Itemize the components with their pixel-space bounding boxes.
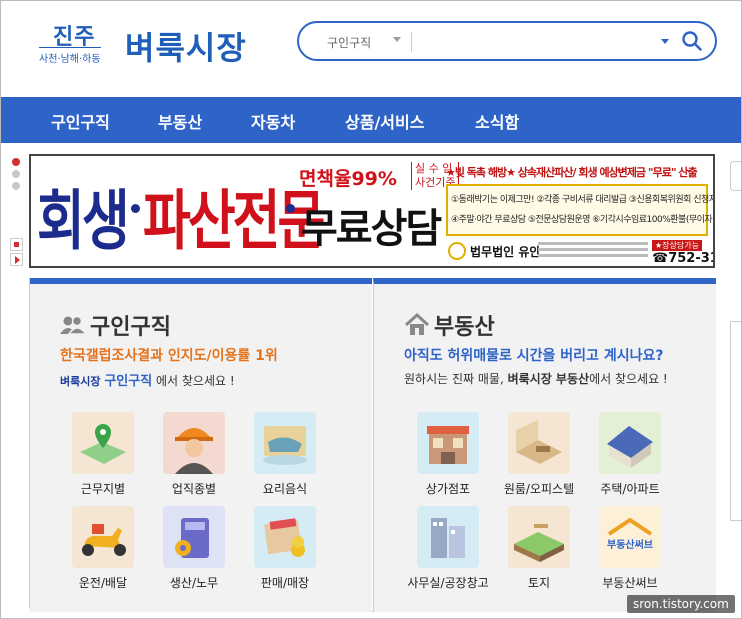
realestate-title[interactable]: 부동산 [434, 309, 495, 341]
chevron-down-icon[interactable] [393, 37, 401, 42]
serve-logo-text: 부동산써브 [607, 540, 653, 551]
ad-phone: ☎752-3110 [652, 251, 713, 266]
house-building-icon [607, 426, 653, 468]
tile-label[interactable]: 사무실/공장창고 [398, 574, 498, 591]
jobs-panel: 구인구직 한국갤럽조사결과 인지도/이용률 1위 벼룩시장 구인구직 에서 찾으… [30, 278, 372, 612]
ad-banner[interactable]: 회생 파산전문 면책율99% 실 수 임 사건기준 무료상담 ★빚 독촉 해방★… [29, 154, 715, 268]
store-icon [264, 518, 305, 557]
tile-label[interactable]: 근무지별 [53, 480, 153, 497]
play-button[interactable] [10, 253, 23, 266]
realestate-subtitle: 아직도 허위매물로 시간을 버리고 계시나요? [404, 348, 664, 364]
tile-office[interactable] [417, 506, 479, 568]
ad-free-consult: 무료상담 [301, 206, 442, 252]
search-bar: 구인구직 [297, 21, 717, 61]
search-divider [411, 32, 412, 52]
ad-dot [131, 204, 140, 213]
stop-button[interactable] [10, 238, 23, 251]
factory-icon [175, 518, 209, 558]
realestate-panel: 부동산 아직도 허위매물로 시간을 버리고 계시나요? 원하시는 진짜 매물, … [373, 278, 716, 612]
nav-item-realestate[interactable]: 부동산 [158, 109, 202, 133]
firm-seal-icon [448, 242, 466, 260]
house-icon [404, 312, 430, 335]
tile-label[interactable]: 요리음식 [235, 480, 335, 497]
tile-cooking[interactable] [254, 412, 316, 474]
slide-dot-1[interactable] [12, 158, 20, 166]
search-category-select[interactable]: 구인구직 [327, 34, 371, 51]
logo-name: 벼룩시장 [125, 29, 247, 67]
scooter-icon [82, 524, 126, 556]
side-panel [730, 321, 741, 521]
tile-sales[interactable] [254, 506, 316, 568]
tile-label[interactable]: 원룸/오피스텔 [489, 480, 589, 497]
search-icon [682, 31, 702, 51]
tile-label[interactable]: 판매/매장 [235, 574, 335, 591]
main-nav: 구인구직 부동산 자동차 상품/서비스 소식함 [1, 97, 741, 143]
land-icon [514, 524, 564, 562]
watermark: sron.tistory.com [627, 595, 735, 613]
logo-areas: 사천·남해·하동 [39, 47, 101, 65]
side-widget[interactable] [730, 161, 741, 191]
ad-headline: ★빚 독촉 해방★ 상속재산파산/ 회생 예상변제금 "무료" 산출 [446, 166, 698, 179]
realestate-desc-pre: 원하시는 진짜 매물, [404, 372, 508, 386]
tile-location[interactable] [72, 412, 134, 474]
ad-firm-name: 법무법인 유안 [470, 245, 541, 259]
play-icon [15, 256, 20, 264]
realestate-desc: 원하시는 진짜 매물, 벼룩시장 부동산에서 찾으세요 ! [404, 370, 668, 387]
realestate-desc-brand: 벼룩시장 부동산 [507, 372, 590, 386]
site-logo[interactable]: 진주 사천·남해·하동 벼룩시장 [39, 19, 275, 71]
office-building-icon [431, 518, 465, 558]
food-icon [263, 426, 307, 465]
realestate-desc-post: 에서 찾으세요 ! [589, 372, 668, 386]
tile-label[interactable]: 생산/노무 [144, 574, 244, 591]
ad-big-text-2: 파산전문 [143, 184, 325, 260]
tile-shop[interactable] [417, 412, 479, 474]
tile-label[interactable]: 부동산써브 [580, 574, 680, 591]
tile-label[interactable]: 상가점포 [398, 480, 498, 497]
jobs-desc-text: 에서 찾으세요 ! [155, 374, 235, 388]
nav-item-jobs[interactable]: 구인구직 [51, 109, 110, 133]
ad-benefit-item: ④주말·야간 무료상담 ⑤전문상담원운영 ⑥기각시수임료100%환불(무이자 분… [451, 215, 713, 225]
ad-rate: 면책율99% [299, 168, 397, 190]
room-icon [516, 420, 562, 464]
chevron-down-icon[interactable] [661, 39, 669, 44]
slide-dot-3[interactable] [12, 182, 20, 190]
worker-icon [175, 428, 213, 474]
ad-benefit-list: ①동래박기는 이제그만! ②각종 구비서류 대리발급 ③신용회복위원회 신청자도… [446, 184, 713, 236]
brand-job-mark: 구인구직 [104, 374, 153, 389]
shop-building-icon [427, 426, 469, 464]
nav-item-cars[interactable]: 자동차 [251, 109, 295, 133]
map-pin-icon [80, 424, 126, 464]
tile-house[interactable] [599, 412, 661, 474]
ad-details: ★빚 독촉 해방★ 상속재산파산/ 회생 예상변제금 "무료" 산출 ①동래박기… [446, 162, 713, 266]
tile-label[interactable]: 업직종별 [144, 480, 244, 497]
tile-production[interactable] [163, 506, 225, 568]
jobs-desc: 벼룩시장 구인구직 에서 찾으세요 ! [60, 370, 235, 389]
category-panels: 구인구직 한국갤럽조사결과 인지도/이용률 1위 벼룩시장 구인구직 에서 찾으… [29, 278, 716, 612]
search-button[interactable] [681, 30, 703, 52]
nav-item-news[interactable]: 소식함 [475, 109, 519, 133]
slide-dot-2[interactable] [12, 170, 20, 178]
stop-icon [14, 242, 19, 247]
ad-consult-label: ★장상담가능 [652, 240, 702, 251]
tile-studio[interactable] [508, 412, 570, 474]
tile-delivery[interactable] [72, 506, 134, 568]
ad-big-text-1: 회생 [37, 184, 130, 260]
page: 진주 사천·남해·하동 벼룩시장 구인구직 구인구직 부동산 자동차 상품/서비… [0, 0, 742, 619]
ad-address-lines [538, 242, 648, 260]
brand-mark: 벼룩시장 [60, 375, 101, 388]
ad-benefit-item: ①동래박기는 이제그만! ②각종 구비서류 대리발급 ③신용회복위원회 신청자도… [451, 195, 715, 205]
tile-serve[interactable]: 부동산써브 [599, 506, 661, 568]
tile-occupation[interactable] [163, 412, 225, 474]
tile-label[interactable]: 토지 [489, 574, 589, 591]
people-icon [60, 315, 86, 335]
jobs-title[interactable]: 구인구직 [90, 309, 171, 341]
tile-label[interactable]: 주택/아파트 [580, 480, 680, 497]
search-input[interactable] [419, 31, 647, 53]
nav-item-goods-services[interactable]: 상품/서비스 [345, 109, 424, 133]
ad-dot [286, 204, 295, 213]
jobs-subtitle: 한국갤럽조사결과 인지도/이용률 1위 [60, 348, 278, 364]
tile-land[interactable] [508, 506, 570, 568]
tile-label[interactable]: 운전/배달 [53, 574, 153, 591]
